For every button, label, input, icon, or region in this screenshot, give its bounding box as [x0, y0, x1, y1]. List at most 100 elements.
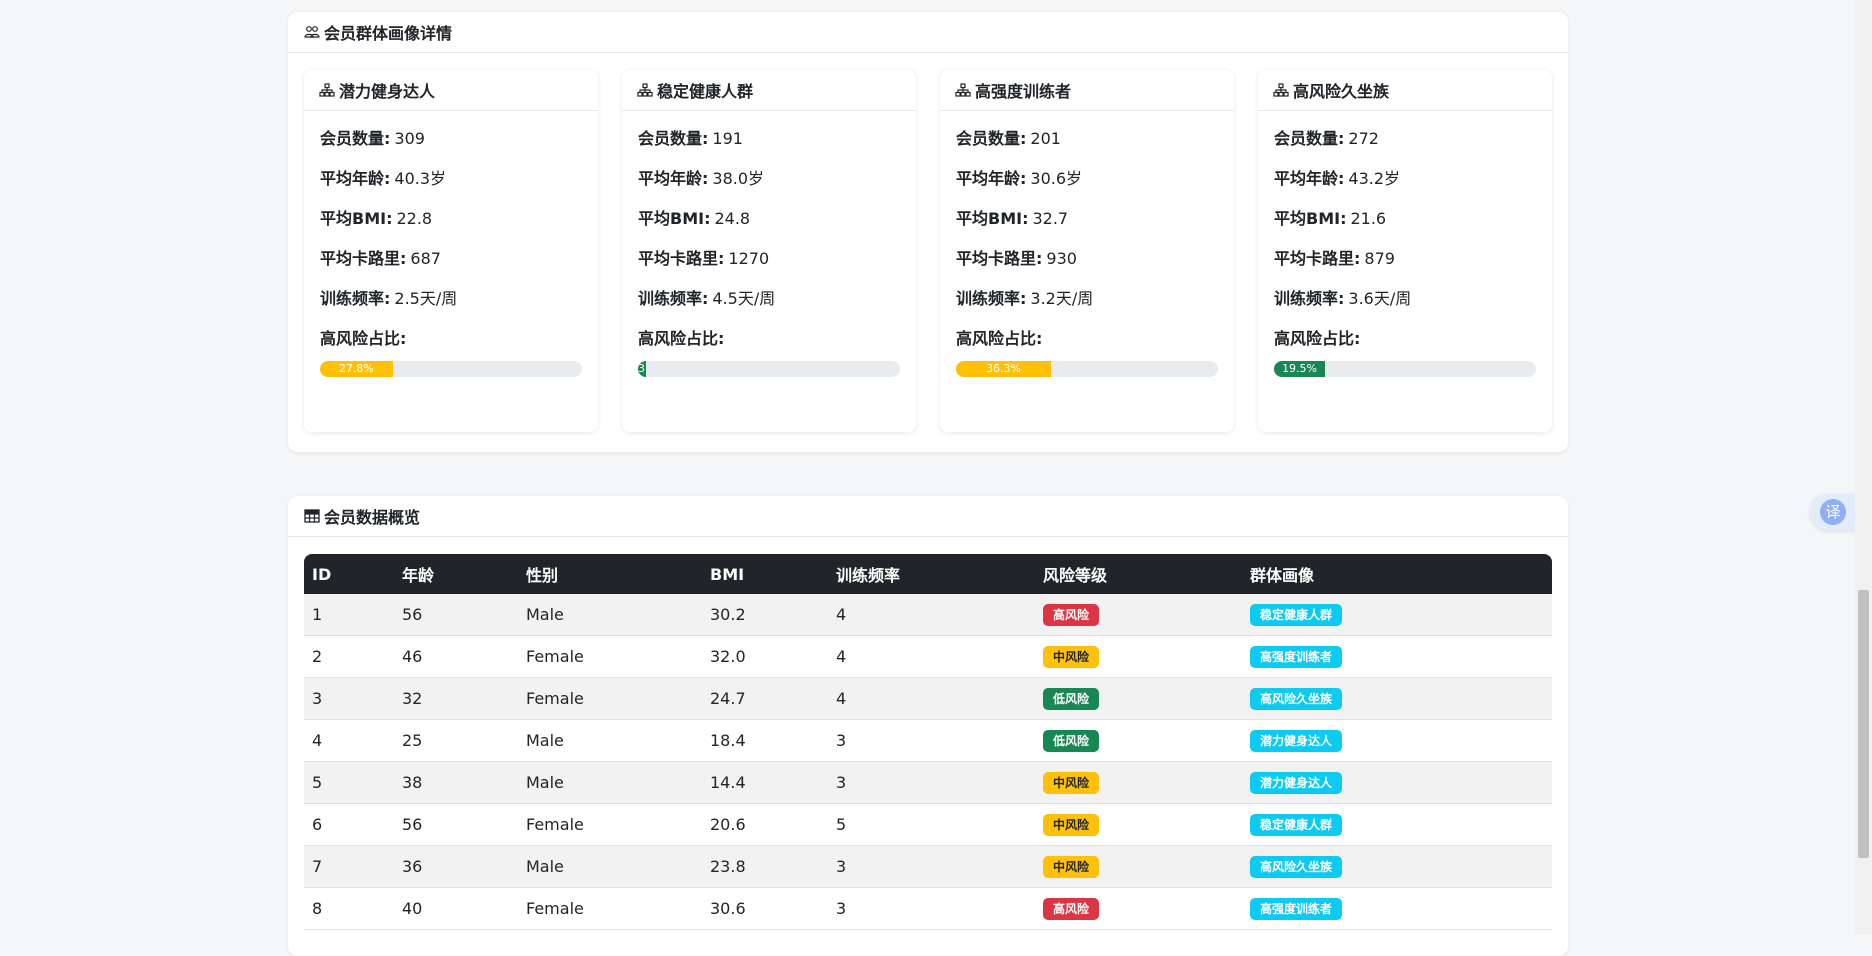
calories-value: 687	[410, 249, 441, 268]
group-cards: 潜力健身达人 会员数量: 309 平均年龄: 40.3岁 平均BMI: 22.8 平均…	[304, 70, 1552, 432]
table-row: 2 46 Female 32.0 4 中风险 高强度训练者	[304, 635, 1552, 678]
age-label: 平均年龄:	[1274, 169, 1345, 188]
count-value: 191	[712, 129, 743, 148]
count-value: 201	[1030, 129, 1061, 148]
table-row: 5 38 Male 14.4 3 中风险 潜力健身达人	[304, 761, 1552, 804]
frequency-cell: 3	[828, 887, 1035, 930]
table-row: 4 25 Male 18.4 3 低风险 潜力健身达人	[304, 719, 1552, 762]
group-card-header: 潜力健身达人	[304, 70, 598, 111]
gender-cell: Male	[518, 594, 702, 636]
table-row: 6 56 Female 20.6 5 中风险 稳定健康人群	[304, 803, 1552, 846]
group-badge: 高强度训练者	[1250, 645, 1343, 668]
gender-cell: Male	[518, 719, 702, 762]
risk-progress-fill: 3.	[638, 361, 647, 377]
bmi-cell: 14.4	[702, 761, 828, 804]
frequency-cell: 5	[828, 803, 1035, 846]
group-cell: 潜力健身达人	[1242, 761, 1552, 804]
group-card-title: 高强度训练者	[975, 82, 1072, 101]
group-card: 稳定健康人群 会员数量: 191 平均年龄: 38.0岁 平均BMI: 24.8 平均…	[622, 70, 916, 432]
group-card-title: 高风险久坐族	[1293, 82, 1390, 101]
risk-progress-fill: 19.5%	[1274, 361, 1326, 377]
frequency-label: 训练频率:	[1274, 289, 1345, 308]
bmi-value: 22.8	[396, 209, 433, 228]
age-cell: 36	[394, 845, 518, 888]
age-cell: 25	[394, 719, 518, 762]
gender-cell: Male	[518, 845, 702, 888]
column-header: 群体画像	[1242, 554, 1552, 594]
scrollbar-thumb[interactable]	[1858, 590, 1869, 858]
group-badge: 高强度训练者	[1250, 897, 1343, 920]
frequency-value: 2.5天/周	[394, 289, 458, 308]
member-table-wrapper: ID 年龄 性别 BMI 训练频率 风险等级 群体画像 1 56 Male 30	[304, 554, 1552, 930]
risk-cell: 低风险	[1035, 677, 1242, 720]
scrollbar-track[interactable]	[1855, 0, 1872, 935]
bmi-label: 平均BMI:	[956, 209, 1029, 228]
id-cell: 3	[304, 677, 394, 720]
column-header: ID	[304, 554, 394, 594]
risk-progress-bar: 19.5%	[1274, 361, 1536, 377]
group-cell: 高强度训练者	[1242, 635, 1552, 678]
calories-label: 平均卡路里:	[320, 249, 407, 268]
id-cell: 8	[304, 887, 394, 930]
diagram-icon	[319, 82, 335, 98]
risk-badge: 低风险	[1043, 729, 1100, 752]
risk-cell: 中风险	[1035, 803, 1242, 846]
id-cell: 2	[304, 635, 394, 678]
bmi-cell: 30.6	[702, 887, 828, 930]
diagram-icon	[637, 82, 653, 98]
calories-label: 平均卡路里:	[956, 249, 1043, 268]
count-label: 会员数量:	[956, 129, 1027, 148]
gender-cell: Female	[518, 803, 702, 846]
group-card: 高强度训练者 会员数量: 201 平均年龄: 30.6岁 平均BMI: 32.7 平均…	[940, 70, 1234, 432]
bmi-cell: 20.6	[702, 803, 828, 846]
people-icon	[304, 24, 320, 40]
group-badge: 稳定健康人群	[1250, 603, 1343, 626]
frequency-value: 4.5天/周	[712, 289, 776, 308]
risk-badge: 高风险	[1043, 897, 1100, 920]
id-cell: 4	[304, 719, 394, 762]
id-cell: 1	[304, 594, 394, 636]
bmi-cell: 23.8	[702, 845, 828, 888]
risk-badge: 中风险	[1043, 813, 1100, 836]
count-label: 会员数量:	[638, 129, 709, 148]
table-row: 7 36 Male 23.8 3 中风险 高风险久坐族	[304, 845, 1552, 888]
risk-ratio-label: 高风险占比:	[956, 329, 1043, 348]
risk-cell: 中风险	[1035, 761, 1242, 804]
risk-progress-bar: 3.	[638, 361, 900, 377]
age-cell: 40	[394, 887, 518, 930]
age-value: 38.0岁	[712, 169, 765, 188]
column-header: 性别	[518, 554, 702, 594]
bmi-cell: 30.2	[702, 594, 828, 636]
risk-ratio-label: 高风险占比:	[320, 329, 407, 348]
translate-button[interactable]: 译	[1810, 494, 1858, 530]
bmi-cell: 32.0	[702, 635, 828, 678]
group-card-header: 稳定健康人群	[622, 70, 916, 111]
frequency-cell: 3	[828, 719, 1035, 762]
age-label: 平均年龄:	[638, 169, 709, 188]
column-header: 风险等级	[1035, 554, 1242, 594]
frequency-cell: 3	[828, 845, 1035, 888]
group-card: 高风险久坐族 会员数量: 272 平均年龄: 43.2岁 平均BMI: 21.6 平均…	[1258, 70, 1552, 432]
table-icon	[304, 508, 320, 524]
frequency-cell: 3	[828, 761, 1035, 804]
gender-cell: Male	[518, 761, 702, 804]
group-profiles-panel: 会员群体画像详情 潜力健身达人 会员数量: 309 平均年龄: 40.3岁 平均…	[288, 12, 1568, 452]
risk-cell: 中风险	[1035, 635, 1242, 678]
risk-cell: 低风险	[1035, 719, 1242, 762]
group-cell: 高风险久坐族	[1242, 677, 1552, 720]
column-header: BMI	[702, 554, 828, 594]
id-cell: 6	[304, 803, 394, 846]
group-profiles-title: 会员群体画像详情	[324, 24, 453, 43]
group-cell: 潜力健身达人	[1242, 719, 1552, 762]
calories-value: 879	[1364, 249, 1395, 268]
bmi-label: 平均BMI:	[320, 209, 393, 228]
group-cell: 高强度训练者	[1242, 887, 1552, 930]
risk-ratio-label: 高风险占比:	[1274, 329, 1361, 348]
group-card-header: 高强度训练者	[940, 70, 1234, 111]
group-badge: 高风险久坐族	[1250, 687, 1343, 710]
count-value: 309	[394, 129, 425, 148]
table-row: 1 56 Male 30.2 4 高风险 稳定健康人群	[304, 594, 1552, 636]
age-value: 30.6岁	[1030, 169, 1083, 188]
calories-label: 平均卡路里:	[638, 249, 725, 268]
gender-cell: Female	[518, 677, 702, 720]
